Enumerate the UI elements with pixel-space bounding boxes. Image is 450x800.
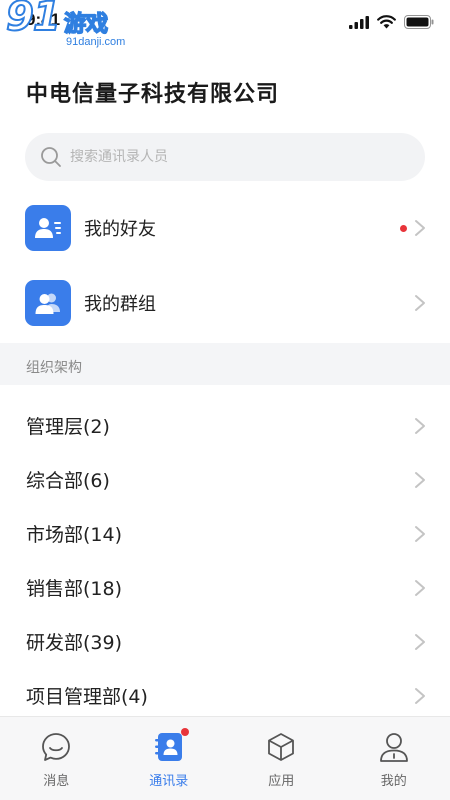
page-title: 中电信量子科技有限公司 [26, 82, 280, 107]
search-bar[interactable] [25, 133, 425, 181]
section-label: 组织架构 [26, 360, 82, 376]
dept-label: 销售部(18) [26, 578, 123, 600]
dept-item-project[interactable]: 项目管理部(4) [0, 668, 450, 722]
watermark-text: 游戏 [63, 11, 109, 38]
person-icon [377, 730, 411, 764]
friends-row[interactable]: 我的好友 [0, 193, 450, 263]
dept-label: 研发部(39) [26, 632, 123, 654]
chevron-right-icon [415, 472, 425, 488]
tab-apps[interactable]: 应用 [225, 717, 338, 800]
watermark-number: 91 [5, 0, 62, 41]
bottom-tab-bar: 消息 通讯录 应用 我的 [0, 716, 450, 800]
tab-me[interactable]: 我的 [338, 717, 450, 800]
chevron-right-icon [415, 634, 425, 650]
dept-item-general[interactable]: 综合部(6) [0, 452, 450, 506]
status-icons [349, 15, 434, 29]
chevron-right-icon [415, 688, 425, 704]
search-icon [41, 147, 61, 167]
chevron-right-icon [415, 220, 425, 236]
friends-label: 我的好友 [84, 219, 156, 240]
dept-label: 管理层(2) [26, 416, 110, 438]
chevron-right-icon [415, 295, 425, 311]
groups-icon [25, 280, 71, 326]
friends-icon [25, 205, 71, 251]
org-structure-header: 组织架构 [0, 343, 450, 385]
dept-label: 项目管理部(4) [26, 686, 148, 708]
search-input[interactable] [70, 149, 390, 165]
wifi-icon [377, 15, 396, 29]
tab-label: 应用 [268, 774, 295, 789]
dept-item-marketing[interactable]: 市场部(14) [0, 506, 450, 560]
unread-badge [400, 224, 407, 232]
dept-label: 市场部(14) [26, 524, 123, 546]
tab-label: 我的 [380, 774, 407, 789]
battery-icon [404, 15, 434, 29]
groups-row[interactable]: 我的群组 [0, 268, 450, 338]
chevron-right-icon [415, 580, 425, 596]
chevron-right-icon [415, 418, 425, 434]
tab-messages[interactable]: 消息 [0, 717, 113, 800]
tab-label: 消息 [43, 774, 70, 789]
watermark-logo: 91 游戏 91danji.com [0, 0, 150, 50]
watermark-url: 91danji.com [66, 36, 126, 48]
chevron-right-icon [415, 526, 425, 542]
chat-icon [39, 730, 73, 764]
contacts-badge [180, 728, 189, 736]
tab-label: 通讯录 [149, 774, 189, 789]
dept-item-management[interactable]: 管理层(2) [0, 398, 450, 452]
status-bar: 9:41 91 游戏 91danji.com [0, 0, 450, 48]
dept-label: 综合部(6) [26, 470, 110, 492]
contacts-icon [152, 728, 189, 764]
signal-icon [349, 15, 369, 29]
cube-icon [264, 730, 298, 764]
dept-item-rnd[interactable]: 研发部(39) [0, 614, 450, 668]
tab-contacts[interactable]: 通讯录 [113, 717, 226, 800]
dept-item-sales[interactable]: 销售部(18) [0, 560, 450, 614]
groups-label: 我的群组 [84, 294, 156, 315]
